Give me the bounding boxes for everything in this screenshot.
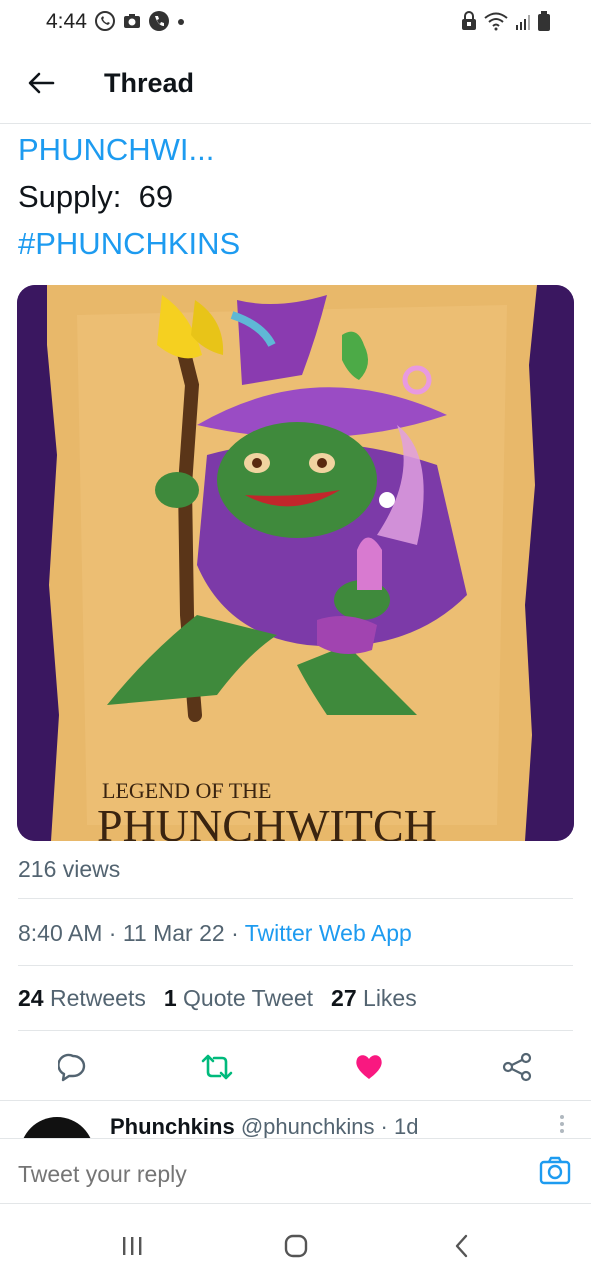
home-button[interactable]: [276, 1230, 316, 1262]
quote-count: 1: [163, 985, 177, 1011]
retweet-button[interactable]: [200, 1050, 234, 1084]
reply-input[interactable]: [18, 1161, 498, 1188]
arrow-left-icon: [28, 72, 55, 94]
retweets-label: Retweets: [49, 985, 146, 1011]
reply-icon: [58, 1053, 86, 1082]
tweet-image[interactable]: LEGEND OF THE PHUNCHWITCH: [17, 285, 574, 841]
tweet-date: 11 Mar 22: [122, 920, 225, 946]
back-button[interactable]: [22, 64, 60, 102]
hashtag-link[interactable]: #PHUNCHKINS: [18, 220, 240, 267]
divider: [18, 1030, 573, 1031]
separator: ·: [224, 920, 245, 946]
status-time: 4:44: [46, 10, 87, 33]
retweets-stat[interactable]: 24 Retweets: [18, 985, 146, 1012]
reply-author-handle: @phunchkins · 1d: [240, 1114, 419, 1138]
tweet-actions: [0, 1040, 591, 1096]
tweet-text: PHUNCHWI... Supply: 69 #PHUNCHKINS: [18, 126, 240, 267]
retweets-count: 24: [18, 985, 44, 1011]
camera-icon: [539, 1156, 571, 1185]
view-count: 216 views: [18, 856, 121, 882]
quote-label: Quote Tweet: [183, 985, 314, 1011]
add-photo-button[interactable]: [539, 1155, 571, 1187]
lock-icon: [462, 11, 476, 30]
reply-preview[interactable]: Phunchkins @phunchkins · 1d: [0, 1100, 591, 1138]
wifi-icon: [484, 12, 508, 31]
separator: ·: [102, 920, 123, 946]
system-navigation-bar: [0, 1214, 591, 1280]
like-button[interactable]: [352, 1050, 386, 1084]
source-app-link[interactable]: Twitter Web App: [245, 920, 412, 946]
divider: [18, 898, 573, 899]
tweet-timestamp: 8:40 AM · 11 Mar 22 · Twitter Web App: [18, 920, 412, 947]
likes-label: Likes: [363, 985, 417, 1011]
tweet-text-truncated-link[interactable]: PHUNCHWI...: [18, 126, 240, 173]
dot-icon: [178, 19, 184, 25]
recent-apps-button[interactable]: [112, 1230, 152, 1262]
battery-icon: [538, 11, 550, 31]
chevron-left-icon: [455, 1234, 468, 1258]
share-button[interactable]: [500, 1050, 534, 1084]
reply-author-name: Phunchkins: [110, 1114, 235, 1138]
image-caption-line2: PHUNCHWITCH: [97, 800, 437, 841]
divider: [18, 965, 573, 966]
likes-count: 27: [331, 985, 357, 1011]
reply-composer: [0, 1138, 591, 1204]
system-back-button[interactable]: [442, 1230, 482, 1262]
signal-icon: [516, 15, 530, 30]
engagement-stats: 24 Retweets 1 Quote Tweet 27 Likes: [18, 985, 417, 1012]
camera-icon: [124, 14, 140, 28]
reply-author: Phunchkins @phunchkins · 1d: [110, 1114, 418, 1138]
status-notification-icons: [94, 10, 186, 32]
home-icon: [284, 1234, 308, 1258]
phunchwitch-artwork: LEGEND OF THE PHUNCHWITCH: [17, 285, 574, 841]
heart-icon: [356, 1055, 382, 1079]
more-options-icon[interactable]: [559, 1113, 565, 1138]
reply-button[interactable]: [56, 1050, 90, 1084]
retweet-icon: [201, 1054, 233, 1080]
likes-stat[interactable]: 27 Likes: [331, 985, 417, 1012]
avatar[interactable]: [20, 1117, 94, 1138]
whatsapp-icon: [95, 11, 115, 31]
tweet-text-supply: Supply: 69: [18, 179, 174, 214]
phone-icon: [149, 11, 169, 31]
page-title: Thread: [104, 68, 195, 98]
tweet-time: 8:40 AM: [18, 920, 103, 946]
status-bar: 4:44: [0, 0, 591, 44]
thread-header: Thread: [0, 44, 591, 124]
quote-tweets-stat[interactable]: 1 Quote Tweet: [164, 985, 313, 1012]
share-icon: [502, 1052, 532, 1082]
recent-apps-icon: [123, 1237, 142, 1255]
status-system-icons: [461, 10, 551, 32]
